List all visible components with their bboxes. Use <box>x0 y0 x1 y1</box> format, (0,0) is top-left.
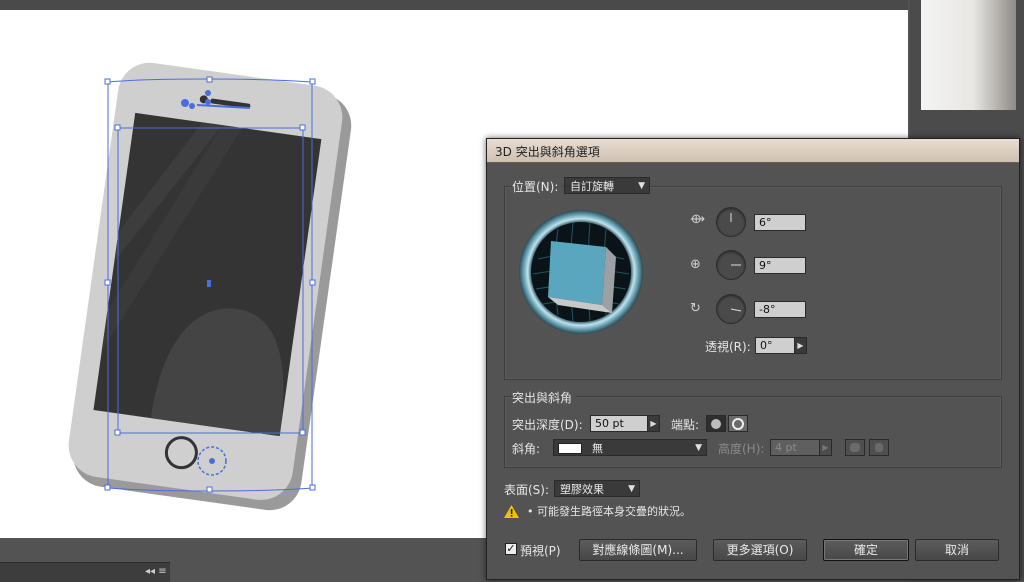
chevron-down-icon: ▼ <box>695 443 702 453</box>
position-label: 位置(N): <box>512 178 563 195</box>
bevel-extent-in-button[interactable] <box>869 439 889 456</box>
rotate-x-axis-icon: ⟴ <box>690 212 706 227</box>
dialog-titlebar[interactable]: 3D 突出與斜角選項 <box>487 139 1019 163</box>
bevel-extent-out-button[interactable] <box>845 439 865 456</box>
bevel-dropdown-value: 無 <box>592 442 603 455</box>
y-rotation-field[interactable]: 9° <box>754 257 806 274</box>
more-options-button[interactable]: 更多選項(O) <box>713 539 807 561</box>
cap-on-button[interactable] <box>706 415 726 432</box>
dialog-title: 3D 突出與斜角選項 <box>495 145 600 159</box>
x-rotation-dial[interactable] <box>716 207 746 237</box>
x-rotation-field[interactable]: 6° <box>754 214 806 231</box>
bottom-panel-bar: ◂◂ ≡ <box>0 562 170 582</box>
perspective-field[interactable]: 0° <box>755 337 795 354</box>
extrude-depth-field[interactable]: 50 pt <box>590 415 648 432</box>
warning-text: • 可能發生路徑本身交疊的狀況。 <box>527 505 691 518</box>
map-art-button[interactable]: 對應線條圖(M)... <box>579 539 697 561</box>
canvas-top-strip <box>0 0 908 10</box>
perspective-label: 透視(R): <box>705 340 751 354</box>
rotate-z-axis-icon: ↻ <box>690 301 701 316</box>
extrude-depth-slider-button[interactable]: ▶ <box>647 415 660 432</box>
position-dropdown[interactable]: 自訂旋轉 ▼ <box>564 177 650 194</box>
y-rotation-dial[interactable] <box>716 250 746 280</box>
height-label: 高度(H): <box>718 442 765 456</box>
z-rotation-field[interactable]: -8° <box>754 301 806 318</box>
collapse-arrows-icon[interactable]: ◂◂ ≡ <box>145 566 167 577</box>
gradient-swatch-preview <box>921 0 1016 110</box>
surface-dropdown-value: 塑膠效果 <box>560 483 604 496</box>
rotation-track-cube[interactable] <box>518 209 644 335</box>
surface-label: 表面(S): <box>504 483 550 497</box>
cancel-button[interactable]: 取消 <box>915 539 999 561</box>
bevel-label: 斜角: <box>512 442 541 456</box>
3d-extrude-bevel-dialog: 3D 突出與斜角選項 位置(N): 自訂旋轉 ▼ ⟴ 6° ⊕ 9° ↻ -8°… <box>486 138 1020 580</box>
ok-button[interactable]: 確定 <box>823 539 909 561</box>
preview-checkbox[interactable]: ✓ <box>505 543 517 555</box>
rotate-y-axis-icon: ⊕ <box>690 257 701 272</box>
z-rotation-dial[interactable] <box>716 294 746 324</box>
extrude-section-title: 突出與斜角 <box>512 389 577 406</box>
extrude-depth-label: 突出深度(D): <box>512 418 583 432</box>
position-dropdown-value: 自訂旋轉 <box>570 180 614 193</box>
preview-label[interactable]: 預視(P) <box>520 542 561 559</box>
cap-off-button[interactable] <box>728 415 748 432</box>
warning-icon <box>504 503 519 522</box>
chevron-down-icon: ▼ <box>628 484 635 494</box>
cap-label: 端點: <box>671 418 700 432</box>
height-slider-button[interactable]: ▶ <box>819 439 832 456</box>
bevel-dropdown[interactable]: 無 ▼ <box>553 439 707 456</box>
height-field[interactable]: 4 pt <box>770 439 820 456</box>
chevron-down-icon: ▼ <box>638 181 645 191</box>
perspective-slider-button[interactable]: ▶ <box>794 337 807 354</box>
bevel-preview-icon <box>558 443 582 454</box>
surface-dropdown[interactable]: 塑膠效果 ▼ <box>554 480 640 497</box>
